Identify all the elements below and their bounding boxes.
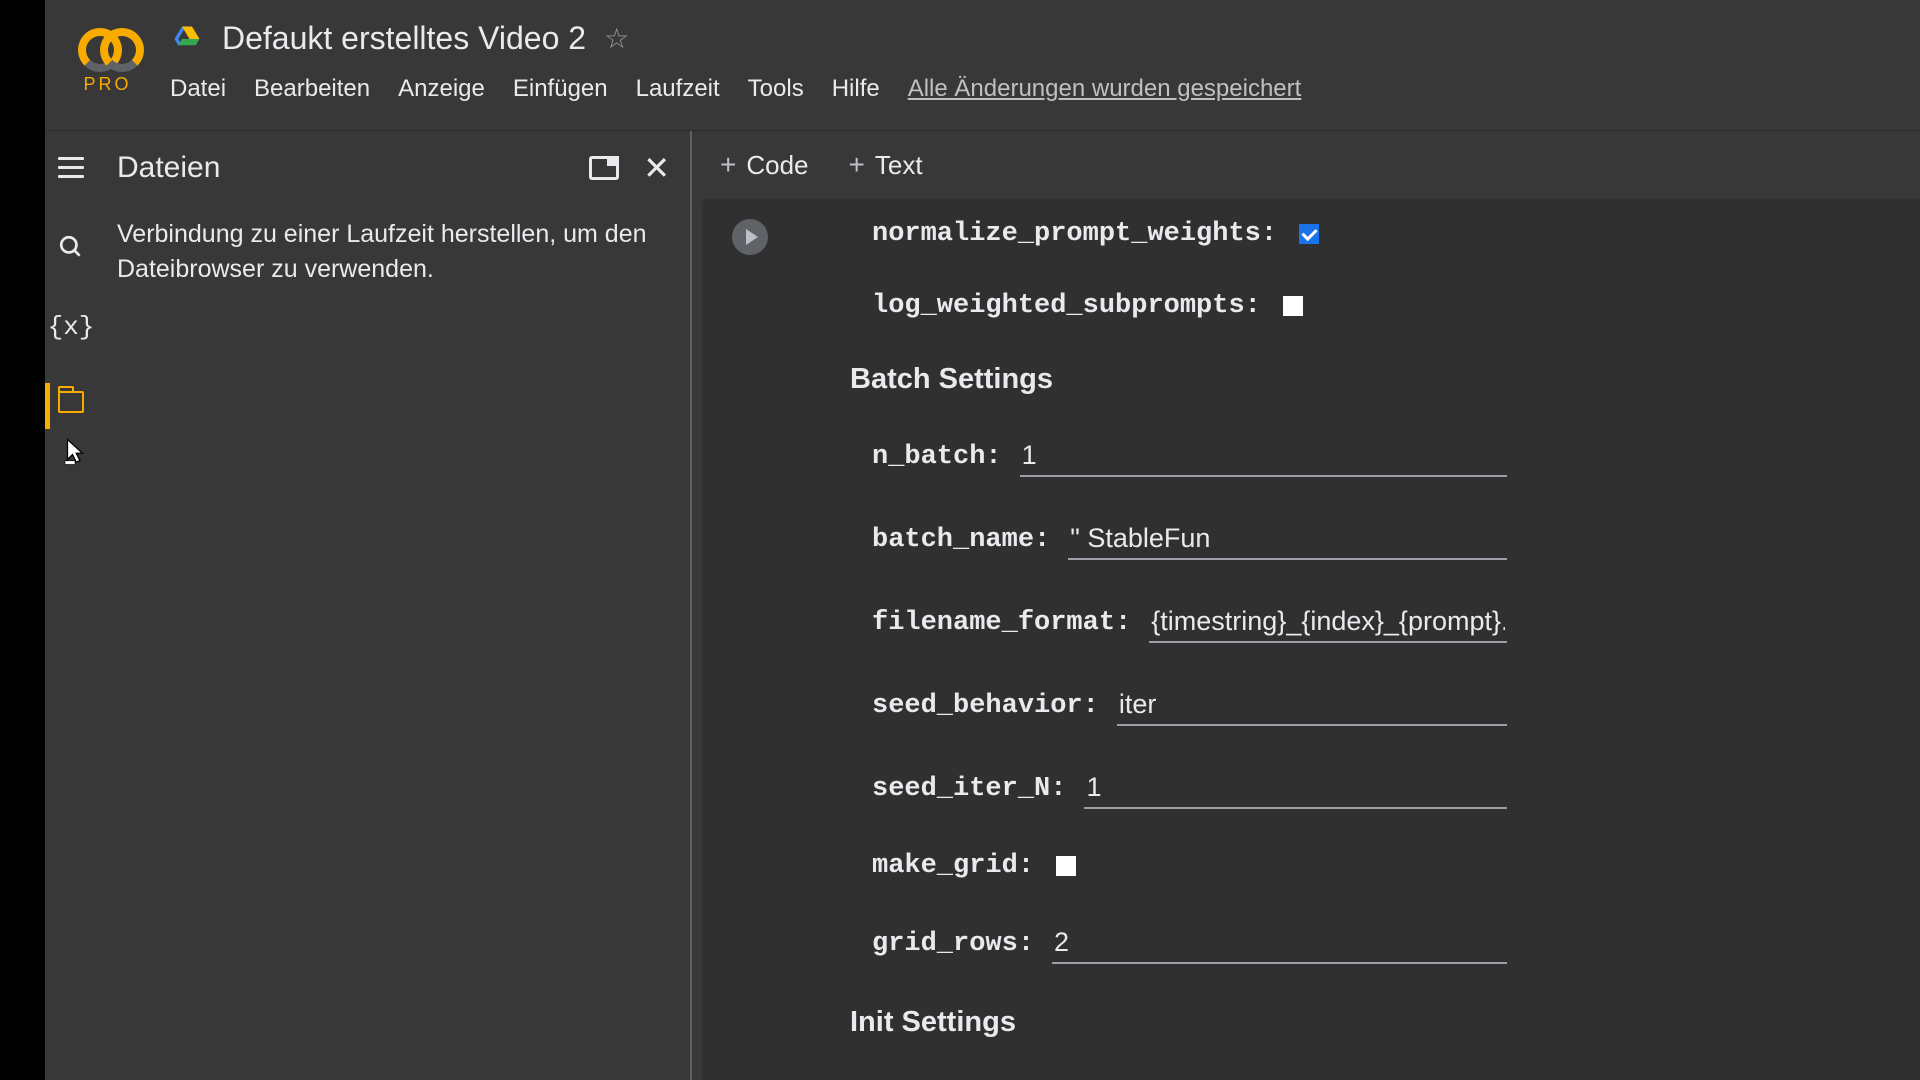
label: grid_rows:	[872, 929, 1034, 959]
checkbox-make-grid[interactable]	[1056, 856, 1076, 876]
label: filename_format:	[872, 608, 1131, 638]
field-filename-format: filename_format:	[872, 602, 1507, 643]
input-n-batch[interactable]	[1020, 436, 1508, 477]
menu-anzeige[interactable]: Anzeige	[398, 75, 485, 103]
label: seed_iter_N:	[872, 774, 1066, 804]
panel-header: Dateien ✕	[117, 149, 670, 187]
toc-icon[interactable]	[55, 151, 87, 183]
add-code-button[interactable]: + Code	[720, 149, 809, 181]
field-log-weighted-subprompts: log_weighted_subprompts:	[872, 291, 1507, 321]
main-area: + Code + Text normalize_prompt_weights:	[692, 131, 1920, 1080]
label: make_grid:	[872, 851, 1034, 881]
star-icon[interactable]: ☆	[604, 22, 629, 55]
pro-badge: PRO	[83, 74, 131, 95]
menu-bearbeiten[interactable]: Bearbeiten	[254, 75, 370, 103]
input-batch-name[interactable]	[1068, 519, 1507, 560]
field-grid-rows: grid_rows:	[872, 923, 1507, 964]
body: {x} Dateien ✕ Verbindung zu einer Laufze…	[45, 130, 1920, 1080]
cell-toolbar: + Code + Text	[692, 131, 1920, 199]
header-main: Defaukt erstelltes Video 2 ☆ Datei Bearb…	[170, 20, 1920, 103]
form-area: normalize_prompt_weights: log_weighted_s…	[792, 219, 1507, 1079]
label: seed_behavior:	[872, 691, 1099, 721]
left-rail: {x}	[45, 131, 97, 1080]
menu-hilfe[interactable]: Hilfe	[832, 75, 880, 103]
label: n_batch:	[872, 442, 1002, 472]
field-make-grid: make_grid:	[872, 851, 1507, 881]
save-status[interactable]: Alle Änderungen wurden gespeichert	[908, 75, 1302, 103]
checkbox-normalize-prompt-weights[interactable]	[1299, 224, 1319, 244]
panel-message: Verbindung zu einer Laufzeit herstellen,…	[117, 217, 670, 287]
files-panel: Dateien ✕ Verbindung zu einer Laufzeit h…	[97, 131, 692, 1080]
popout-icon[interactable]	[589, 156, 619, 180]
code-label: Code	[746, 150, 808, 181]
run-cell-button[interactable]	[732, 219, 768, 255]
field-seed-iter-n: seed_iter_N:	[872, 768, 1507, 809]
menu-laufzeit[interactable]: Laufzeit	[636, 75, 720, 103]
field-batch-name: batch_name:	[872, 519, 1507, 560]
menu-datei[interactable]: Datei	[170, 75, 226, 103]
input-seed-behavior[interactable]	[1117, 685, 1507, 726]
logo-column: PRO	[45, 20, 170, 95]
folder-icon	[58, 391, 84, 413]
menu-tools[interactable]: Tools	[748, 75, 804, 103]
add-text-button[interactable]: + Text	[849, 149, 923, 181]
active-indicator	[45, 383, 50, 429]
checkbox-log-weighted-subprompts[interactable]	[1283, 296, 1303, 316]
files-tab[interactable]	[45, 391, 97, 413]
panel-title: Dateien	[117, 151, 220, 185]
input-seed-iter-n[interactable]	[1084, 768, 1507, 809]
search-icon[interactable]	[55, 231, 87, 263]
title-row: Defaukt erstelltes Video 2 ☆	[170, 20, 1920, 57]
input-grid-rows[interactable]	[1052, 923, 1507, 964]
notebook-cell: normalize_prompt_weights: log_weighted_s…	[702, 199, 1920, 1080]
label: log_weighted_subprompts:	[872, 291, 1261, 321]
menu-einfuegen[interactable]: Einfügen	[513, 75, 608, 103]
plus-icon: +	[720, 149, 736, 181]
document-title[interactable]: Defaukt erstelltes Video 2	[222, 20, 586, 57]
field-normalize-prompt-weights: normalize_prompt_weights:	[872, 219, 1507, 249]
drive-icon	[170, 24, 204, 54]
header: PRO Defaukt erstelltes Video 2 ☆ Datei B…	[45, 0, 1920, 130]
section-batch-settings: Batch Settings	[850, 363, 1507, 396]
menu-bar: Datei Bearbeiten Anzeige Einfügen Laufze…	[170, 75, 1920, 103]
app-root: PRO Defaukt erstelltes Video 2 ☆ Datei B…	[45, 0, 1920, 1080]
panel-actions: ✕	[589, 149, 670, 187]
text-label: Text	[875, 150, 923, 181]
field-seed-behavior: seed_behavior:	[872, 685, 1507, 726]
field-n-batch: n_batch:	[872, 436, 1507, 477]
section-init-settings: Init Settings	[850, 1006, 1507, 1039]
label: batch_name:	[872, 525, 1050, 555]
plus-icon: +	[849, 149, 865, 181]
input-filename-format[interactable]	[1149, 602, 1507, 643]
colab-logo-icon	[78, 28, 138, 66]
close-icon[interactable]: ✕	[643, 149, 670, 187]
label: normalize_prompt_weights:	[872, 219, 1277, 249]
variables-icon[interactable]: {x}	[55, 311, 87, 343]
